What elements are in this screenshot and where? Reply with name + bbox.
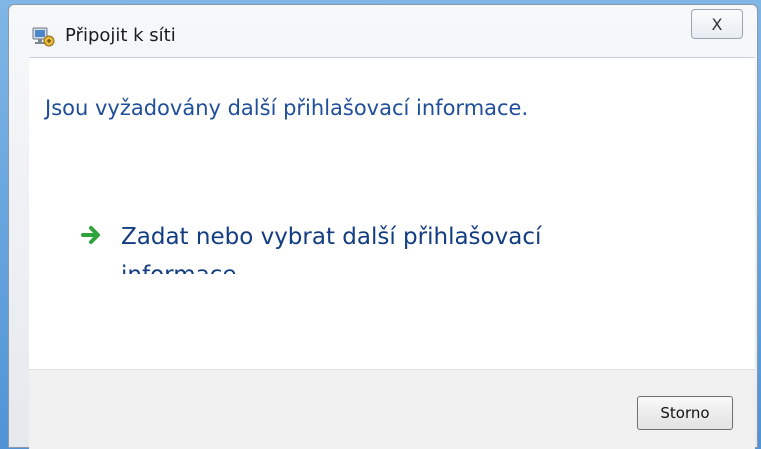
close-icon: X — [711, 14, 723, 34]
cancel-button[interactable]: Storno — [637, 396, 733, 430]
title-bar[interactable]: Připojit k síti X — [9, 5, 757, 59]
green-arrow-icon — [81, 226, 100, 244]
dialog-window: Připojit k síti X Jsou vyžadovány další … — [8, 4, 758, 449]
command-link-label: Zadat nebo vybrat další přihlašovací inf… — [121, 224, 542, 274]
network-connect-icon — [32, 27, 55, 47]
dialog-content: Jsou vyžadovány další přihlašovací infor… — [29, 57, 755, 369]
enter-credentials-link[interactable]: Zadat nebo vybrat další přihlašovací inf… — [69, 218, 589, 274]
window-title: Připojit k síti — [65, 25, 176, 46]
dialog-footer: Storno — [29, 369, 755, 449]
close-button[interactable]: X — [691, 9, 743, 39]
dialog-headline: Jsou vyžadovány další přihlašovací infor… — [45, 96, 529, 120]
